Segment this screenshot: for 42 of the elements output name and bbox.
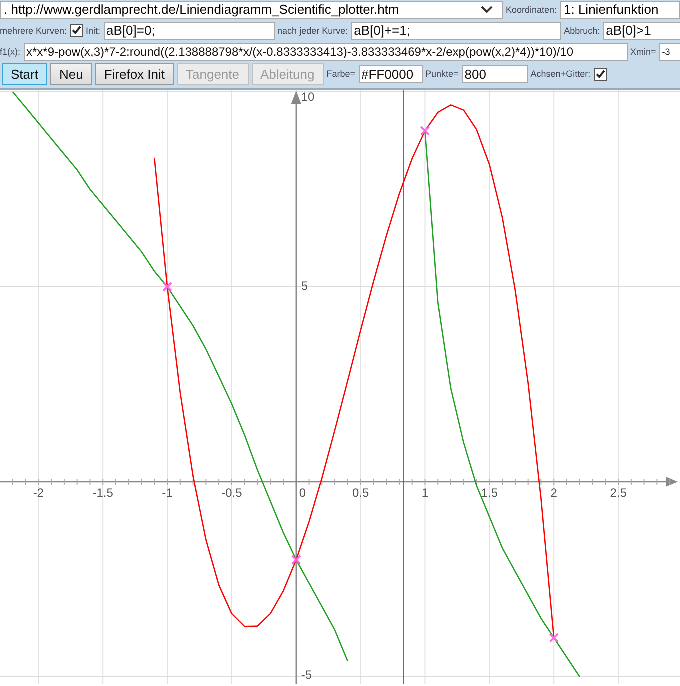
coordinates-label: Koordinaten: xyxy=(506,4,557,14)
toolbar-button[interactable]: Start xyxy=(2,63,48,85)
after-curve-field[interactable]: aB[0]+=1; xyxy=(351,22,562,40)
x-tick-label: 1.5 xyxy=(481,486,498,500)
init-field[interactable]: aB[0]=0; xyxy=(104,22,275,40)
abort-label: Abbruch: xyxy=(564,26,600,36)
coordinates-select[interactable]: 1: Linienfunktion xyxy=(560,0,680,18)
x-tick-label: -1 xyxy=(162,486,173,500)
color-field[interactable]: #FF0000 xyxy=(358,65,423,83)
multi-curves-checkbox[interactable] xyxy=(70,24,84,37)
x-tick-label: -2 xyxy=(33,486,44,500)
toolbar-button[interactable]: Firefox Init xyxy=(95,63,174,85)
y-tick-label: 10 xyxy=(301,90,315,104)
points-label: Punkte= xyxy=(426,69,459,79)
x-tick-label: 1 xyxy=(422,486,429,500)
toolbar-button[interactable]: Neu xyxy=(50,63,92,85)
y-tick-label: 5 xyxy=(301,279,308,294)
points-field[interactable]: 800 xyxy=(462,65,528,83)
x-tick-label: 0 xyxy=(299,486,306,500)
formula-field[interactable]: x*x*9-pow(x,3)*7-2:round((2.138888798*x/(x-0.8333333413)-3.833333469*x-2/exp(pow(x,2)*4))*10)/10 xyxy=(24,42,628,60)
x-tick-label: 2.5 xyxy=(610,486,627,500)
x-tick-label: 0.5 xyxy=(352,486,370,500)
url-select[interactable]: . http://www.gerdlamprecht.de/Liniendiagramm_Scientific_plotter.htm xyxy=(0,0,503,18)
point-marker xyxy=(291,554,302,565)
x-tick-label: -1.5 xyxy=(92,486,114,500)
formula-label: f1(x): xyxy=(0,46,21,56)
x-tick-label: -0.5 xyxy=(222,486,242,500)
xmin-label: Xmin= xyxy=(630,46,656,56)
chevron-down-icon xyxy=(480,6,493,14)
axes-grid-checkbox[interactable] xyxy=(594,68,607,80)
point-marker xyxy=(420,126,430,136)
point-marker xyxy=(549,632,560,643)
init-label: Init: xyxy=(86,26,101,36)
x-tick-label: 2 xyxy=(550,486,558,500)
xmin-field[interactable]: -3 xyxy=(659,42,680,60)
after-curve-label: nach jeder Kurve: xyxy=(278,26,348,36)
axes-grid-label: Achsen+Gitter: xyxy=(530,69,591,79)
point-marker xyxy=(162,282,173,292)
y-tick-label: -5 xyxy=(301,668,312,682)
abort-field[interactable]: aB[0]>1 xyxy=(603,22,680,40)
multi-curves-label: mehrere Kurven: xyxy=(0,26,68,36)
color-label: Farbe= xyxy=(326,69,356,79)
